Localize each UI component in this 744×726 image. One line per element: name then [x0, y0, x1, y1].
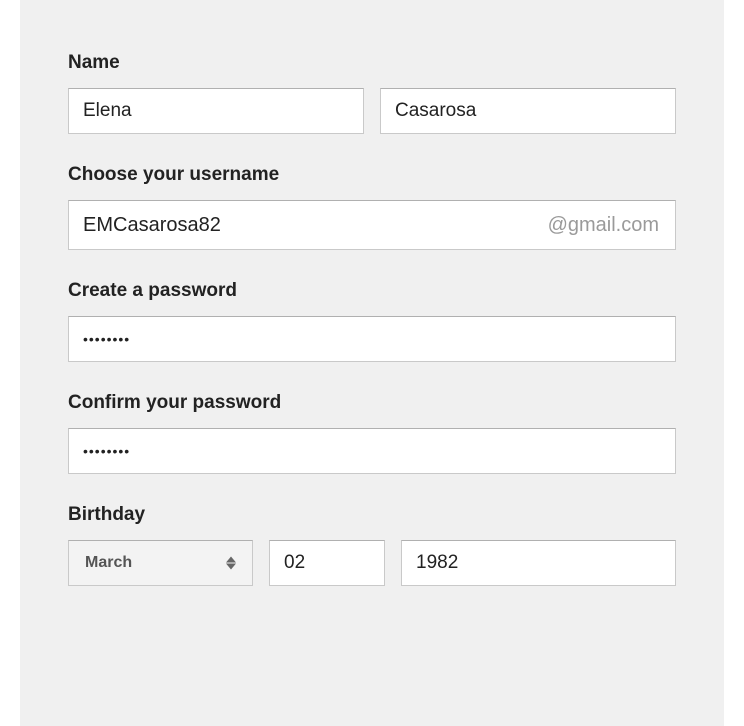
signup-form: Name Choose your username @gmail.com Cre… — [20, 0, 724, 726]
confirm-password-field-group: Confirm your password — [68, 392, 676, 474]
name-field-group: Name — [68, 52, 676, 134]
birthday-month-select[interactable]: March — [68, 540, 253, 586]
first-name-input[interactable] — [68, 88, 364, 134]
username-input-wrapper: @gmail.com — [68, 200, 676, 250]
password-field-group: Create a password — [68, 280, 676, 362]
birthday-input-row: March — [68, 540, 676, 586]
username-field-group: Choose your username @gmail.com — [68, 164, 676, 250]
birthday-year-input[interactable] — [401, 540, 676, 586]
username-domain-suffix: @gmail.com — [548, 214, 659, 237]
confirm-password-input[interactable] — [68, 428, 676, 474]
password-input[interactable] — [68, 316, 676, 362]
username-input[interactable] — [83, 214, 548, 237]
birthday-label: Birthday — [68, 504, 676, 526]
birthday-month-value: March — [85, 554, 132, 572]
password-label: Create a password — [68, 280, 676, 302]
select-sort-icon — [226, 557, 236, 570]
triangle-down-icon — [226, 564, 236, 570]
confirm-password-label: Confirm your password — [68, 392, 676, 414]
name-label: Name — [68, 52, 676, 74]
name-input-row — [68, 88, 676, 134]
last-name-input[interactable] — [380, 88, 676, 134]
username-label: Choose your username — [68, 164, 676, 186]
triangle-up-icon — [226, 557, 236, 563]
birthday-field-group: Birthday March — [68, 504, 676, 586]
birthday-day-input[interactable] — [269, 540, 385, 586]
